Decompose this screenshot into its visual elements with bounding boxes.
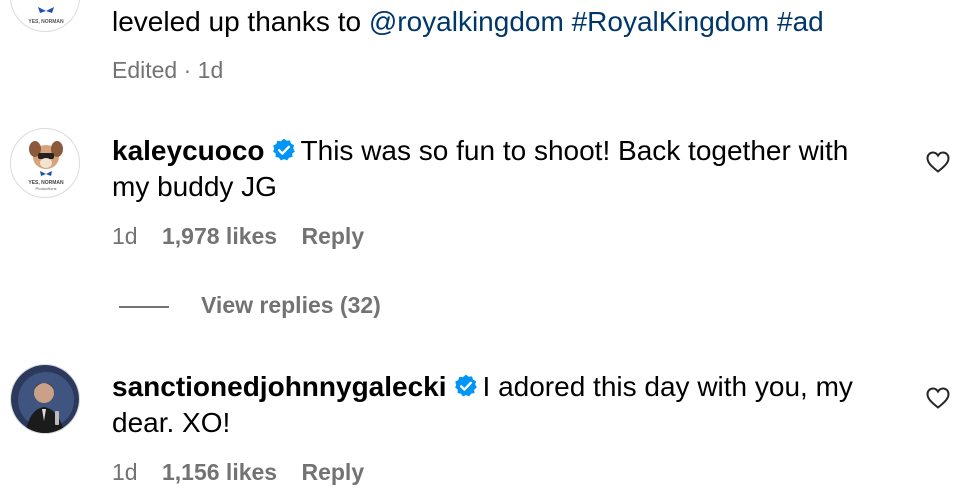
verified-badge-icon — [272, 138, 295, 161]
svg-text:Productions: Productions — [35, 186, 56, 191]
comment-meta: 1d 1,978 likes Reply — [112, 222, 364, 250]
view-replies-line — [119, 306, 169, 308]
likes-count[interactable]: 1,156 likes — [162, 459, 277, 485]
heart-icon[interactable] — [926, 387, 950, 409]
svg-text:YES, NORMAN: YES, NORMAN — [28, 19, 64, 25]
comment-text-line-1: kaleycuoco This was so fun to shoot! Back… — [112, 135, 849, 166]
edited-timestamp: Edited · 1d — [112, 57, 224, 83]
hashtag-link-ad[interactable]: #ad — [777, 6, 824, 37]
yes-norman-logo-icon: YES, NORMAN Productions — [28, 141, 64, 191]
avatar-yes-norman-top[interactable]: YES, NORMAN — [10, 0, 80, 32]
comment-meta: 1d 1,156 likes Reply — [112, 458, 364, 486]
mention-link[interactable]: @royalkingdom — [369, 6, 564, 37]
verified-badge-icon — [454, 374, 477, 397]
comment-text-line-1: sanctionedjohnnygalecki I adored this day… — [112, 371, 853, 402]
profile-photo-icon — [11, 365, 79, 433]
comment-time[interactable]: 1d — [112, 223, 138, 249]
comment-time[interactable]: 1d — [112, 459, 138, 485]
comment-text-line: leveled up thanks to @royalkingdom #Roya… — [112, 6, 824, 37]
avatar-sanctionedjohnnygalecki[interactable] — [10, 364, 80, 434]
heart-icon[interactable] — [926, 151, 950, 173]
hashtag-link[interactable]: #RoyalKingdom — [572, 6, 770, 37]
avatar-kaleycuoco[interactable]: YES, NORMAN Productions — [10, 128, 80, 198]
comment-text-line-2: dear. XO! — [112, 407, 231, 438]
yes-norman-logo-icon: YES, NORMAN — [28, 7, 64, 25]
likes-count[interactable]: 1,978 likes — [162, 223, 277, 249]
view-replies-button[interactable]: View replies (32) — [201, 291, 381, 319]
reply-button[interactable]: Reply — [301, 459, 364, 485]
username-sanctionedjohnnygalecki[interactable]: sanctionedjohnnygalecki — [112, 371, 447, 402]
username-kaleycuoco[interactable]: kaleycuoco — [112, 135, 265, 166]
reply-button[interactable]: Reply — [301, 223, 364, 249]
comment-text-line-2: my buddy JG — [112, 171, 277, 202]
